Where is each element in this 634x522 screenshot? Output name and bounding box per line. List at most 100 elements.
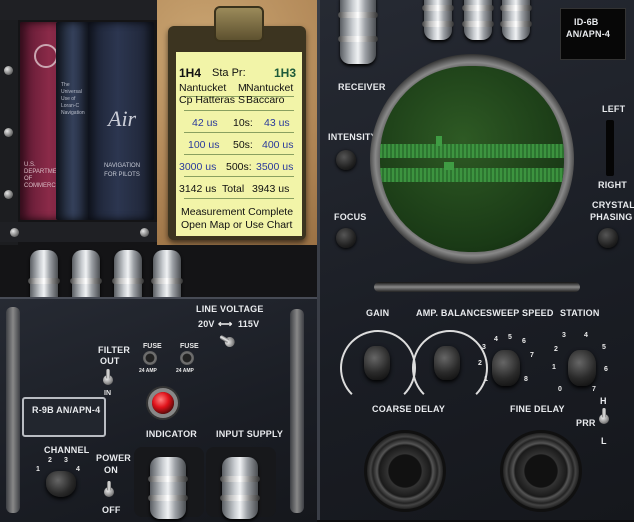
sweep-number: 2 <box>478 360 482 367</box>
station-number: 4 <box>584 332 588 339</box>
clipboard-clip <box>214 6 264 42</box>
book-loran-title: The Universal Use of Loran-C Navigation <box>61 82 85 116</box>
bookshelf: U.S. DEPARTMENT OF COMMERCE The Universa… <box>0 0 157 245</box>
book-air-logo: Air <box>108 106 137 131</box>
fine-delay-label: FINE DELAY <box>510 404 565 414</box>
line-voltage-switch[interactable] <box>217 331 239 350</box>
clip-station-2-mark: S <box>238 94 246 106</box>
prr-label: PRR <box>576 418 596 428</box>
trace-upper <box>380 144 564 158</box>
prr-l-label: L <box>601 436 607 446</box>
left-label: LEFT <box>602 104 626 114</box>
receiver-rail-right <box>290 309 304 513</box>
trace-upper-pedestal <box>436 136 442 146</box>
channel-number: 3 <box>64 457 68 464</box>
delay-readout-slot <box>374 282 580 292</box>
book-loran[interactable]: The Universal Use of Loran-C Navigation <box>56 22 90 220</box>
station-knob[interactable] <box>568 350 596 386</box>
voltage-high-label: 115V <box>238 319 260 329</box>
clip-header-left: 1H4 <box>179 66 202 80</box>
indicator-connector[interactable] <box>148 457 188 519</box>
input-supply-label: INPUT SUPPLY <box>216 429 284 439</box>
book-seal-icon <box>34 44 58 68</box>
station-number: 6 <box>604 366 608 373</box>
rivet <box>4 190 13 199</box>
filter-switch[interactable] <box>102 369 114 387</box>
clip-row2-c: 400 us <box>262 139 294 151</box>
sweep-number: 5 <box>508 334 512 341</box>
clip-rule <box>184 176 294 177</box>
focus-knob[interactable] <box>336 228 356 248</box>
amp-balance-knob[interactable] <box>434 346 460 380</box>
sweep-number: 7 <box>530 352 534 359</box>
clip-total-a: 3142 us <box>179 183 217 195</box>
coarse-delay-knob[interactable] <box>364 430 446 512</box>
rivet <box>140 228 149 237</box>
line-voltage-label: LINE VOLTAGE <box>196 304 264 314</box>
power-switch[interactable] <box>103 481 115 499</box>
fine-delay-knob[interactable] <box>500 430 582 512</box>
rivet <box>4 66 13 75</box>
sweep-number: 8 <box>524 376 528 383</box>
input-supply-connector[interactable] <box>220 457 260 519</box>
fuse-2[interactable] <box>180 351 194 365</box>
channel-label: CHANNEL <box>44 445 90 455</box>
intensity-knob[interactable] <box>336 150 356 170</box>
clipboard[interactable]: 1H4 Sta Pr: 1H3 Nantucket M Nantucket Cp… <box>168 6 306 240</box>
trace-lower <box>380 168 564 182</box>
sweep-number: 4 <box>494 336 498 343</box>
clip-row1-b: 10s: <box>233 117 253 129</box>
channel-knob[interactable] <box>46 471 76 497</box>
indicator-label: INDICATOR <box>146 429 197 439</box>
clip-row2-b: 50s: <box>233 139 253 151</box>
receiver-rail-left <box>6 307 20 513</box>
crystal-label-1: CRYSTAL <box>592 200 634 210</box>
station-number: 1 <box>552 364 556 371</box>
right-label: RIGHT <box>598 180 627 190</box>
clip-station-1-left: Nantucket <box>179 82 227 94</box>
sweep-speed-knob[interactable] <box>492 350 520 386</box>
prr-switch[interactable] <box>598 408 610 426</box>
clip-status-1: Measurement Complete <box>181 206 294 218</box>
left-right-slot[interactable] <box>606 120 614 176</box>
clip-total-b: Total <box>222 183 245 195</box>
clip-station-1-right: Nantucket <box>246 82 294 94</box>
fuse-1-label: FUSE <box>143 343 162 350</box>
fuse-1[interactable] <box>143 351 157 365</box>
shelf-bar-top <box>0 0 157 20</box>
shelf-rail-left <box>0 0 18 245</box>
clip-header-mid: Sta Pr: <box>212 67 246 79</box>
sweep-speed-label: SWEEP SPEED <box>486 308 554 318</box>
indicator-plate-line2: AN/APN-4 <box>566 29 611 39</box>
gain-knob[interactable] <box>364 346 390 380</box>
filter-in-label: IN <box>104 390 111 397</box>
indicator-model-plate: ID-6B AN/APN-4 <box>560 8 626 60</box>
clip-rule <box>184 154 294 155</box>
crystal-phasing-knob[interactable] <box>598 228 618 248</box>
filter-label-2: OUT <box>100 356 120 366</box>
channel-number: 1 <box>36 466 40 473</box>
clip-row3-c: 3500 us <box>256 161 294 173</box>
indicator-tube <box>500 0 532 40</box>
clip-row2-a: 100 us <box>188 139 220 151</box>
crt-screen <box>380 66 564 252</box>
station-number: 0 <box>558 386 562 393</box>
model-plate-text: R-9B AN/APN-4 <box>32 405 101 415</box>
clip-row3-a: 3000 us <box>179 161 217 173</box>
power-on-label: ON <box>104 465 118 475</box>
clip-rule <box>184 110 294 111</box>
book-air-navigation[interactable]: Air NAVIGATION FOR PILOTS <box>88 22 154 220</box>
clip-row1-c: 43 us <box>264 117 290 129</box>
voltage-low-label: 20V <box>198 319 215 329</box>
gain-label: GAIN <box>366 308 390 318</box>
station-label: STATION <box>560 308 600 318</box>
filter-label-1: FILTER <box>98 345 131 355</box>
station-number: 2 <box>554 346 558 353</box>
coarse-delay-label: COARSE DELAY <box>372 404 446 414</box>
sweep-number: 1 <box>484 376 488 383</box>
voltage-arrow: ⟷ <box>218 319 233 330</box>
clip-total-c: 3943 us <box>252 183 290 195</box>
clip-row1-a: 42 us <box>192 117 218 129</box>
rivet <box>10 228 19 237</box>
clipboard-paper: 1H4 Sta Pr: 1H3 Nantucket M Nantucket Cp… <box>176 52 302 236</box>
